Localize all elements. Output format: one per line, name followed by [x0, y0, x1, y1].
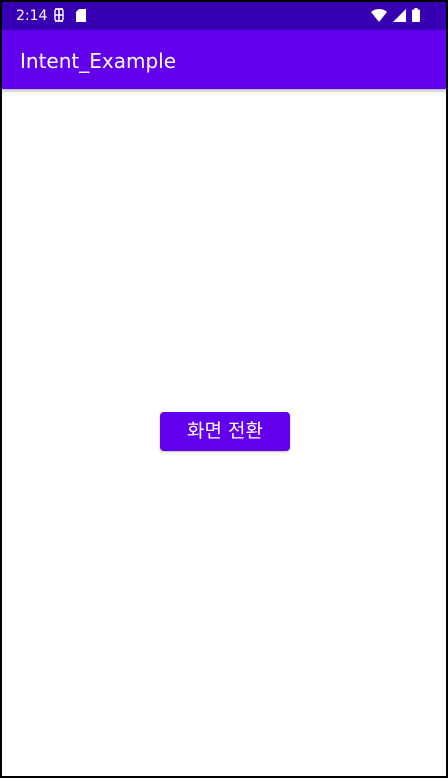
main-content: 화면 전환 — [2, 89, 446, 776]
status-time: 2:14 — [16, 8, 48, 24]
device-screen: 2:14 Intent_Example 화면 전환 — [2, 2, 446, 776]
wifi-icon — [371, 7, 387, 26]
switch-screen-button[interactable]: 화면 전환 — [160, 412, 290, 451]
sd-card-icon — [76, 7, 86, 26]
sim-toolkit-icon — [54, 7, 64, 26]
status-notification-icons — [54, 7, 86, 26]
cellular-signal-icon — [393, 7, 406, 26]
app-title: Intent_Example — [20, 49, 177, 73]
battery-icon — [412, 7, 420, 26]
app-bar: Intent_Example — [2, 30, 446, 89]
status-bar: 2:14 — [2, 2, 446, 30]
status-system-icons — [371, 7, 420, 26]
